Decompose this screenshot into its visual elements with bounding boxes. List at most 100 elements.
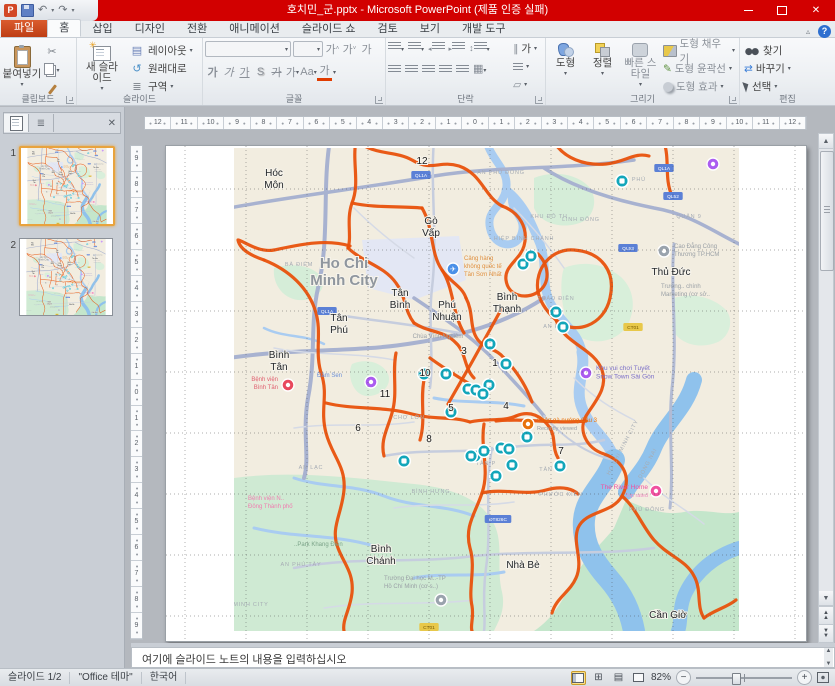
slides-tab[interactable] [4,114,29,132]
increase-indent-icon[interactable]: ▸ [449,41,466,54]
vertical-ruler[interactable]: 9876543210123456789 [130,145,143,640]
shapes-button[interactable]: 도형▾ [548,41,583,93]
tab-insert[interactable]: 삽입 [81,21,123,37]
paragraph-dialog-launcher[interactable] [535,96,543,104]
group-slides: 새 슬라이드 ▾ ▤레이아웃▾ ↺원래대로 ≣구역▾ 슬라이드 [77,38,203,105]
text-direction-icon[interactable]: ∥가▾ [511,41,539,56]
tab-developer[interactable]: 개발 도구 [451,21,517,37]
font-color-dropdown-icon[interactable]: ▾ [333,69,336,76]
reading-view-button[interactable]: ▤ [611,671,626,685]
notes-pane[interactable]: 여기에 슬라이드 노트의 내용을 입력하십시오 ▲▼ [131,647,835,668]
save-icon[interactable] [21,4,34,17]
undo-dropdown-icon[interactable]: ▾ [51,7,54,14]
map-picture[interactable] [234,148,739,631]
close-button[interactable]: ✕ [799,0,833,21]
align-center-icon[interactable] [405,64,418,74]
slide-indicator[interactable]: 슬라이드 1/2 [0,672,70,684]
align-right-icon[interactable] [422,64,435,74]
scroll-down-icon[interactable]: ▼ [819,591,833,606]
new-slide-button[interactable]: 새 슬라이드 ▾ [79,41,125,93]
distribute-icon[interactable] [456,64,469,74]
tab-file[interactable]: 파일 [1,20,47,37]
fit-to-window-button[interactable] [817,672,829,683]
numbering-icon[interactable]: ▾ [408,41,424,54]
help-icon[interactable]: ? [818,25,831,38]
layout-button[interactable]: ▤레이아웃▾ [127,43,195,58]
quick-styles-button[interactable]: 빠른 스타일▾ [622,41,659,93]
collapse-ribbon-icon[interactable]: ▵ [806,27,810,36]
replace-button[interactable]: ⇄바꾸기▾ [742,61,793,76]
clipboard-dialog-launcher[interactable] [66,96,74,104]
tab-animations[interactable]: 애니메이션 [218,21,291,37]
paste-dropdown-icon[interactable]: ▾ [20,81,23,88]
scroll-up-icon[interactable]: ▲ [819,134,833,149]
find-button[interactable]: 찾기 [742,43,793,58]
align-left-icon[interactable] [388,64,401,74]
qat-customize-icon[interactable]: ▾ [71,7,74,14]
reset-button[interactable]: ↺원래대로 [127,61,195,76]
align-text-icon[interactable]: ▾ [511,59,539,74]
strikethrough-icon[interactable]: 가 [269,65,284,80]
vertical-scrollbar[interactable]: ▲ ▼ ▲▲ ▼▼ [818,133,834,643]
zoom-level[interactable]: 82% [651,672,671,683]
slide-canvas[interactable] [165,145,807,642]
slide-sorter-view-button[interactable]: ⊞ [591,671,606,685]
paste-button[interactable]: 붙여넣기 ▾ [2,41,42,93]
shape-fill-button[interactable]: 도형 채우기▾ [661,43,737,58]
font-color-icon[interactable]: 가 [317,63,332,81]
bold-icon[interactable]: 가 [205,65,220,80]
zoom-in-button[interactable]: + [797,670,812,685]
character-spacing-icon[interactable]: 가▾ [285,65,300,80]
theme-indicator[interactable]: "Office 테마" [70,672,141,684]
clear-formatting-icon[interactable]: 가 [359,42,374,57]
normal-view-button[interactable] [571,671,586,685]
previous-slide-button[interactable]: ▲▲ [819,606,833,624]
scrollbar-thumb[interactable] [820,151,834,271]
copy-icon[interactable]: ▾ [44,62,60,78]
zoom-slider-thumb[interactable] [732,673,741,685]
cut-icon[interactable]: ✂ [44,43,60,59]
outline-tab[interactable]: ≣ [29,114,54,132]
slide-thumbnail-1[interactable] [19,146,115,226]
panel-close-icon[interactable]: ✕ [108,118,120,129]
slide-thumbnail-2[interactable] [19,238,113,316]
font-dialog-launcher[interactable] [375,96,383,104]
tab-slideshow[interactable]: 슬라이드 쇼 [291,21,367,37]
shrink-font-icon[interactable]: 가˅ [342,42,357,57]
bullets-icon[interactable]: ▾ [388,41,404,54]
line-spacing-icon[interactable]: ↕▾ [469,41,490,54]
notes-placeholder[interactable]: 여기에 슬라이드 노트의 내용을 입력하십시오 [142,651,347,667]
minimize-button[interactable] [731,0,765,21]
convert-smartart-icon[interactable]: ▱▾ [511,77,539,92]
zoom-slider[interactable] [696,677,792,679]
title-bar: 호치민_군.pptx - Microsoft PowerPoint (제품 인증… [0,0,835,21]
shape-outline-button[interactable]: ✎도형 윤곽선▾ [661,61,737,76]
font-name-combo[interactable]: ▾ [205,41,291,57]
justify-icon[interactable] [439,64,452,74]
tab-transitions[interactable]: 전환 [176,21,218,37]
tab-view[interactable]: 보기 [409,21,451,37]
grow-font-icon[interactable]: 가˄ [325,42,340,57]
horizontal-ruler[interactable]: 1211109876543210123456789101112 [144,116,807,130]
undo-icon[interactable]: ↶ [38,0,47,21]
columns-icon[interactable]: ▦▾ [473,62,486,75]
text-shadow-icon[interactable]: S [253,65,268,80]
tab-design[interactable]: 디자인 [124,21,176,37]
font-size-combo[interactable]: ▾ [293,41,323,57]
redo-icon[interactable]: ↷ [58,0,67,21]
decrease-indent-icon[interactable]: ◂ [428,41,445,54]
zoom-out-button[interactable]: − [676,670,691,685]
underline-icon[interactable]: 가 [237,65,252,80]
next-slide-button[interactable]: ▼▼ [819,624,833,642]
find-icon [744,45,760,57]
tab-review[interactable]: 검토 [367,21,409,37]
arrange-button[interactable]: 정렬▾ [585,41,620,93]
notes-scroll-arrows[interactable]: ▲▼ [824,648,833,667]
slideshow-button[interactable] [631,671,646,685]
maximize-button[interactable] [765,0,799,21]
drawing-dialog-launcher[interactable] [729,96,737,104]
italic-icon[interactable]: 가 [221,65,236,80]
tab-home[interactable]: 홈 [47,19,81,37]
language-indicator[interactable]: 한국어 [142,672,187,684]
change-case-icon[interactable]: Aa▾ [301,65,316,80]
